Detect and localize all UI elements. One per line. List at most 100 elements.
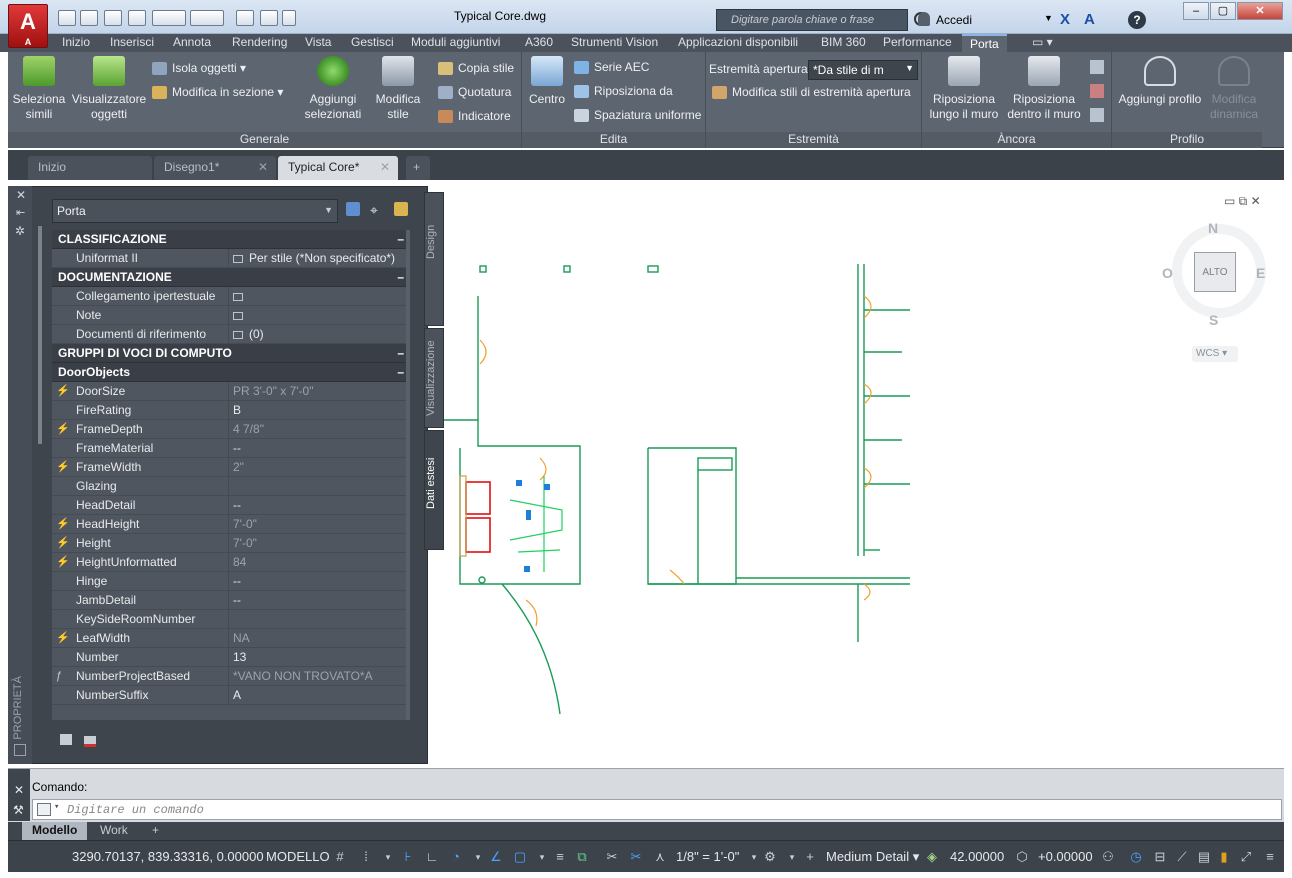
workspace-icon[interactable] <box>236 10 254 26</box>
property-row[interactable]: ⚡ FrameDepth 4 7/8" <box>52 420 410 439</box>
vtab-dati-estesi[interactable]: Dati estesi <box>424 430 444 550</box>
print-icon[interactable] <box>128 10 146 26</box>
dynamic-input-icon[interactable]: ⊦ <box>400 849 416 865</box>
riposiziona-dentro-button[interactable]: Riposiziona dentro il muro <box>1004 56 1084 122</box>
elevation-value[interactable]: 42.00000 <box>950 849 1004 865</box>
doc-tab-typical-core[interactable]: Typical Core* ✕ <box>278 156 398 180</box>
remove-property-set-icon[interactable] <box>84 736 96 747</box>
workspace-dropdown-icon[interactable]: ▾ <box>784 849 800 865</box>
selection-cycling-icon[interactable]: ⧉ <box>574 849 590 865</box>
property-value[interactable] <box>228 610 410 629</box>
grid-icon[interactable]: # <box>332 849 348 865</box>
wcs-menu[interactable]: WCS ▾ <box>1192 346 1238 362</box>
property-row[interactable]: FireRating B <box>52 401 410 420</box>
object-track-icon[interactable]: ∠ <box>488 849 504 865</box>
open-icon[interactable] <box>80 10 98 26</box>
vtab-visualizzazione[interactable]: Visualizzazione <box>424 328 444 428</box>
units-icon[interactable]: ⟋ <box>1174 849 1190 865</box>
visualizzatore-oggetti-button[interactable]: Visualizzatore oggetti <box>70 56 148 122</box>
property-value[interactable]: (0) <box>228 325 410 344</box>
help-icon[interactable]: ? <box>1128 11 1146 29</box>
aggiungi-profilo-button[interactable]: Aggiungi profilo <box>1114 56 1206 107</box>
collapse-section-icon[interactable]: – <box>397 363 404 381</box>
property-value[interactable]: 84 <box>228 553 410 572</box>
a360-icon[interactable]: A <box>1084 11 1095 28</box>
layout-tab-work[interactable]: Work <box>90 822 138 840</box>
property-value[interactable]: A <box>228 686 410 705</box>
snap-dropdown-icon[interactable]: ▾ <box>380 849 396 865</box>
property-value[interactable]: 4 7/8" <box>228 420 410 439</box>
tab-performance[interactable]: Performance <box>875 34 960 52</box>
doc-tab-disegno1[interactable]: Disegno1* ✕ <box>154 156 276 180</box>
polar-dropdown-icon[interactable]: ▾ <box>470 849 486 865</box>
property-value[interactable]: *VANO NON TROVATO*A <box>228 667 410 686</box>
copia-stile-button[interactable]: Copia stile <box>438 59 514 79</box>
property-section-header[interactable]: DoorObjects – <box>52 363 410 382</box>
customization-menu-icon[interactable]: ≡ <box>1262 849 1278 865</box>
collapse-section-icon[interactable]: – <box>397 230 404 248</box>
anchor-tool-3-icon[interactable] <box>1090 108 1104 122</box>
tab-inserisci[interactable]: Inserisci <box>102 34 162 52</box>
property-section-header[interactable]: DOCUMENTAZIONE – <box>52 268 410 287</box>
isolate-status-icon[interactable]: ⚇ <box>1100 849 1116 865</box>
property-row[interactable]: NumberSuffix A <box>52 686 410 705</box>
property-row[interactable]: ⚡ LeafWidth NA <box>52 629 410 648</box>
centro-button[interactable]: Centro <box>524 56 570 107</box>
annotation-visibility-icon[interactable]: ✂ <box>604 849 620 865</box>
tab-vision[interactable]: Strumenti Vision <box>563 34 666 52</box>
tab-bim360[interactable]: BIM 360 <box>813 34 874 52</box>
property-section-header[interactable]: CLASSIFICAZIONE – <box>52 230 410 249</box>
property-row[interactable]: ƒ NumberProjectBased *VANO NON TROVATO*A <box>52 667 410 686</box>
ortho-icon[interactable]: ∟ <box>424 849 440 865</box>
qat-dropdown-icon[interactable] <box>282 10 296 26</box>
compass-south[interactable]: S <box>1209 312 1218 328</box>
property-row[interactable]: Uniformat II Per stile (*Non specificato*… <box>52 249 410 268</box>
close-tab-icon[interactable]: ✕ <box>258 156 268 178</box>
tab-vista[interactable]: Vista <box>297 34 339 52</box>
anchor-tool-2-icon[interactable] <box>1090 84 1104 98</box>
offset-icon[interactable]: ⬡ <box>1014 849 1030 865</box>
command-input[interactable]: ▾ Digitare un comando <box>32 799 1282 820</box>
snap-icon[interactable]: ⁞ <box>358 849 374 865</box>
object-type-select[interactable]: Porta ▼ <box>52 199 338 223</box>
close-tab-icon[interactable]: ✕ <box>380 156 390 178</box>
elevation-icon[interactable]: ◈ <box>924 849 940 865</box>
property-value[interactable]: Per stile (*Non specificato*) <box>228 249 410 268</box>
tab-applicazioni[interactable]: Applicazioni disponibili <box>670 34 806 52</box>
ribbon-options-icon[interactable]: ▭ ▾ <box>1024 34 1061 52</box>
compass-north[interactable]: N <box>1208 220 1218 236</box>
lineweight-icon[interactable]: ≡ <box>552 849 568 865</box>
property-value[interactable]: NA <box>228 629 410 648</box>
property-row[interactable]: ⚡ HeightUnformatted 84 <box>52 553 410 572</box>
new-icon[interactable] <box>58 10 76 26</box>
tab-gestisci[interactable]: Gestisci <box>343 34 402 52</box>
new-tab-button[interactable]: + <box>406 156 430 180</box>
property-section-header[interactable]: GRUPPI DI VOCI DI COMPUTO – <box>52 344 410 363</box>
scale-dropdown-icon[interactable]: ▾ <box>746 849 762 865</box>
add-layout-button[interactable]: + <box>142 822 169 840</box>
undo-icon[interactable] <box>152 10 186 26</box>
auto-scale-icon[interactable]: ✂ <box>628 849 644 865</box>
tab-inizio[interactable]: Inizio <box>54 34 98 52</box>
property-row[interactable]: Hinge -- <box>52 572 410 591</box>
clean-screen-icon[interactable]: ⊟ <box>1152 849 1168 865</box>
search-input[interactable]: Digitare parola chiave o frase <box>716 9 908 31</box>
property-value[interactable]: PR 3'-0" x 7'-0" <box>228 382 410 401</box>
quick-select-icon[interactable]: ⌖ <box>370 202 378 219</box>
isola-oggetti-button[interactable]: Isola oggetti ▾ <box>152 59 246 79</box>
tab-rendering[interactable]: Rendering <box>224 34 295 52</box>
annotation-scale-icon[interactable]: ⋏ <box>652 849 668 865</box>
viewport-controls[interactable]: ▭ ⧉ ✕ <box>1224 194 1261 209</box>
property-row[interactable]: ⚡ Height 7'-0" <box>52 534 410 553</box>
palette-scroll-grip[interactable] <box>38 226 42 444</box>
detail-level-select[interactable]: Medium Detail ▾ <box>826 849 919 865</box>
property-row[interactable]: HeadDetail -- <box>52 496 410 515</box>
viewcube-top-face[interactable]: ALTO <box>1194 252 1236 292</box>
property-value[interactable] <box>228 287 410 306</box>
layout-tab-modello[interactable]: Modello <box>22 822 88 840</box>
collapse-section-icon[interactable]: – <box>397 268 404 286</box>
indicatore-button[interactable]: Indicatore <box>438 107 511 127</box>
endcap-style-select[interactable]: *Da stile di m ▼ <box>808 60 918 80</box>
polar-icon[interactable]: ◔ <box>448 849 464 865</box>
coordinates-readout[interactable]: 3290.70137, 839.33316, 0.00000 <box>72 849 264 865</box>
